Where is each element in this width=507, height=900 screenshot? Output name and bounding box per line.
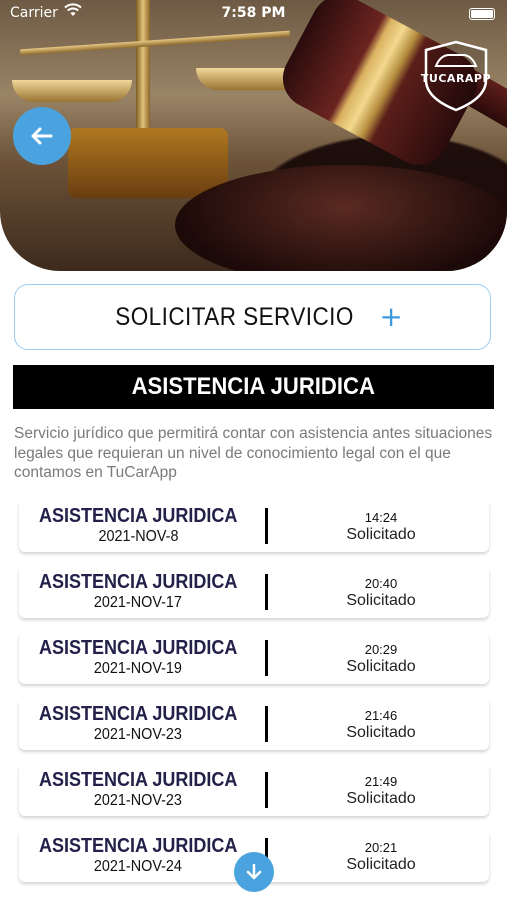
item-date: 2021-NOV-19	[93, 660, 183, 677]
item-status: Solicitado	[346, 790, 416, 807]
item-title: ASISTENCIA JURIDICA	[38, 505, 238, 527]
item-title: ASISTENCIA JURIDICA	[38, 703, 238, 725]
request-service-button[interactable]: SOLICITAR SERVICIO +	[14, 284, 491, 350]
item-title: ASISTENCIA JURIDICA	[38, 835, 238, 857]
item-date: 2021-NOV-17	[93, 594, 183, 611]
item-title: ASISTENCIA JURIDICA	[38, 769, 238, 791]
item-date: 2021-NOV-8	[97, 528, 179, 545]
scale-pan-left	[12, 80, 132, 102]
section-title-text: ASISTENCIA JURIDICA	[131, 373, 376, 400]
request-service-label: SOLICITAR SERVICIO	[115, 302, 355, 331]
list-item[interactable]: ASISTENCIA JURIDICA 2021-NOV-23 21:46 So…	[19, 698, 489, 750]
status-time: 7:58 PM	[221, 5, 286, 21]
item-time: 20:40	[364, 576, 398, 591]
item-date: 2021-NOV-24	[93, 858, 183, 875]
item-time: 14:24	[364, 510, 398, 525]
section-title: ASISTENCIA JURIDICA	[13, 365, 494, 409]
battery-icon	[469, 8, 495, 20]
status-bar: Carrier 7:58 PM	[0, 0, 507, 28]
item-status: Solicitado	[346, 526, 416, 543]
divider	[265, 574, 268, 610]
item-date: 2021-NOV-23	[93, 792, 183, 809]
item-status: Solicitado	[346, 592, 416, 609]
scroll-down-button[interactable]	[234, 852, 274, 892]
item-status: Solicitado	[346, 856, 416, 873]
item-date: 2021-NOV-23	[93, 726, 183, 743]
logo-text: TUCARAPP	[420, 72, 492, 85]
item-status: Solicitado	[346, 658, 416, 675]
back-button[interactable]	[13, 107, 71, 165]
divider	[265, 640, 268, 676]
divider	[265, 772, 268, 808]
list-item[interactable]: ASISTENCIA JURIDICA 2021-NOV-19 20:29 So…	[19, 632, 489, 684]
item-status: Solicitado	[346, 724, 416, 741]
divider	[265, 508, 268, 544]
item-time: 20:29	[364, 642, 398, 657]
item-time: 21:49	[364, 774, 398, 789]
arrow-left-icon	[29, 118, 55, 151]
item-title: ASISTENCIA JURIDICA	[38, 637, 238, 659]
item-time: 20:21	[364, 840, 398, 855]
divider	[265, 706, 268, 742]
item-title: ASISTENCIA JURIDICA	[38, 571, 238, 593]
plus-icon: +	[379, 300, 403, 333]
list-item[interactable]: ASISTENCIA JURIDICA 2021-NOV-8 14:24 Sol…	[19, 500, 489, 552]
scale-base	[68, 128, 228, 198]
list-item[interactable]: ASISTENCIA JURIDICA 2021-NOV-17 20:40 So…	[19, 566, 489, 618]
tucarapp-logo: TUCARAPP	[418, 38, 494, 114]
arrow-down-icon	[244, 859, 264, 884]
list-item[interactable]: ASISTENCIA JURIDICA 2021-NOV-23 21:49 So…	[19, 764, 489, 816]
item-time: 21:46	[364, 708, 398, 723]
scale-beam	[20, 30, 290, 56]
service-description: Servicio jurídico que permitirá contar c…	[14, 425, 493, 481]
